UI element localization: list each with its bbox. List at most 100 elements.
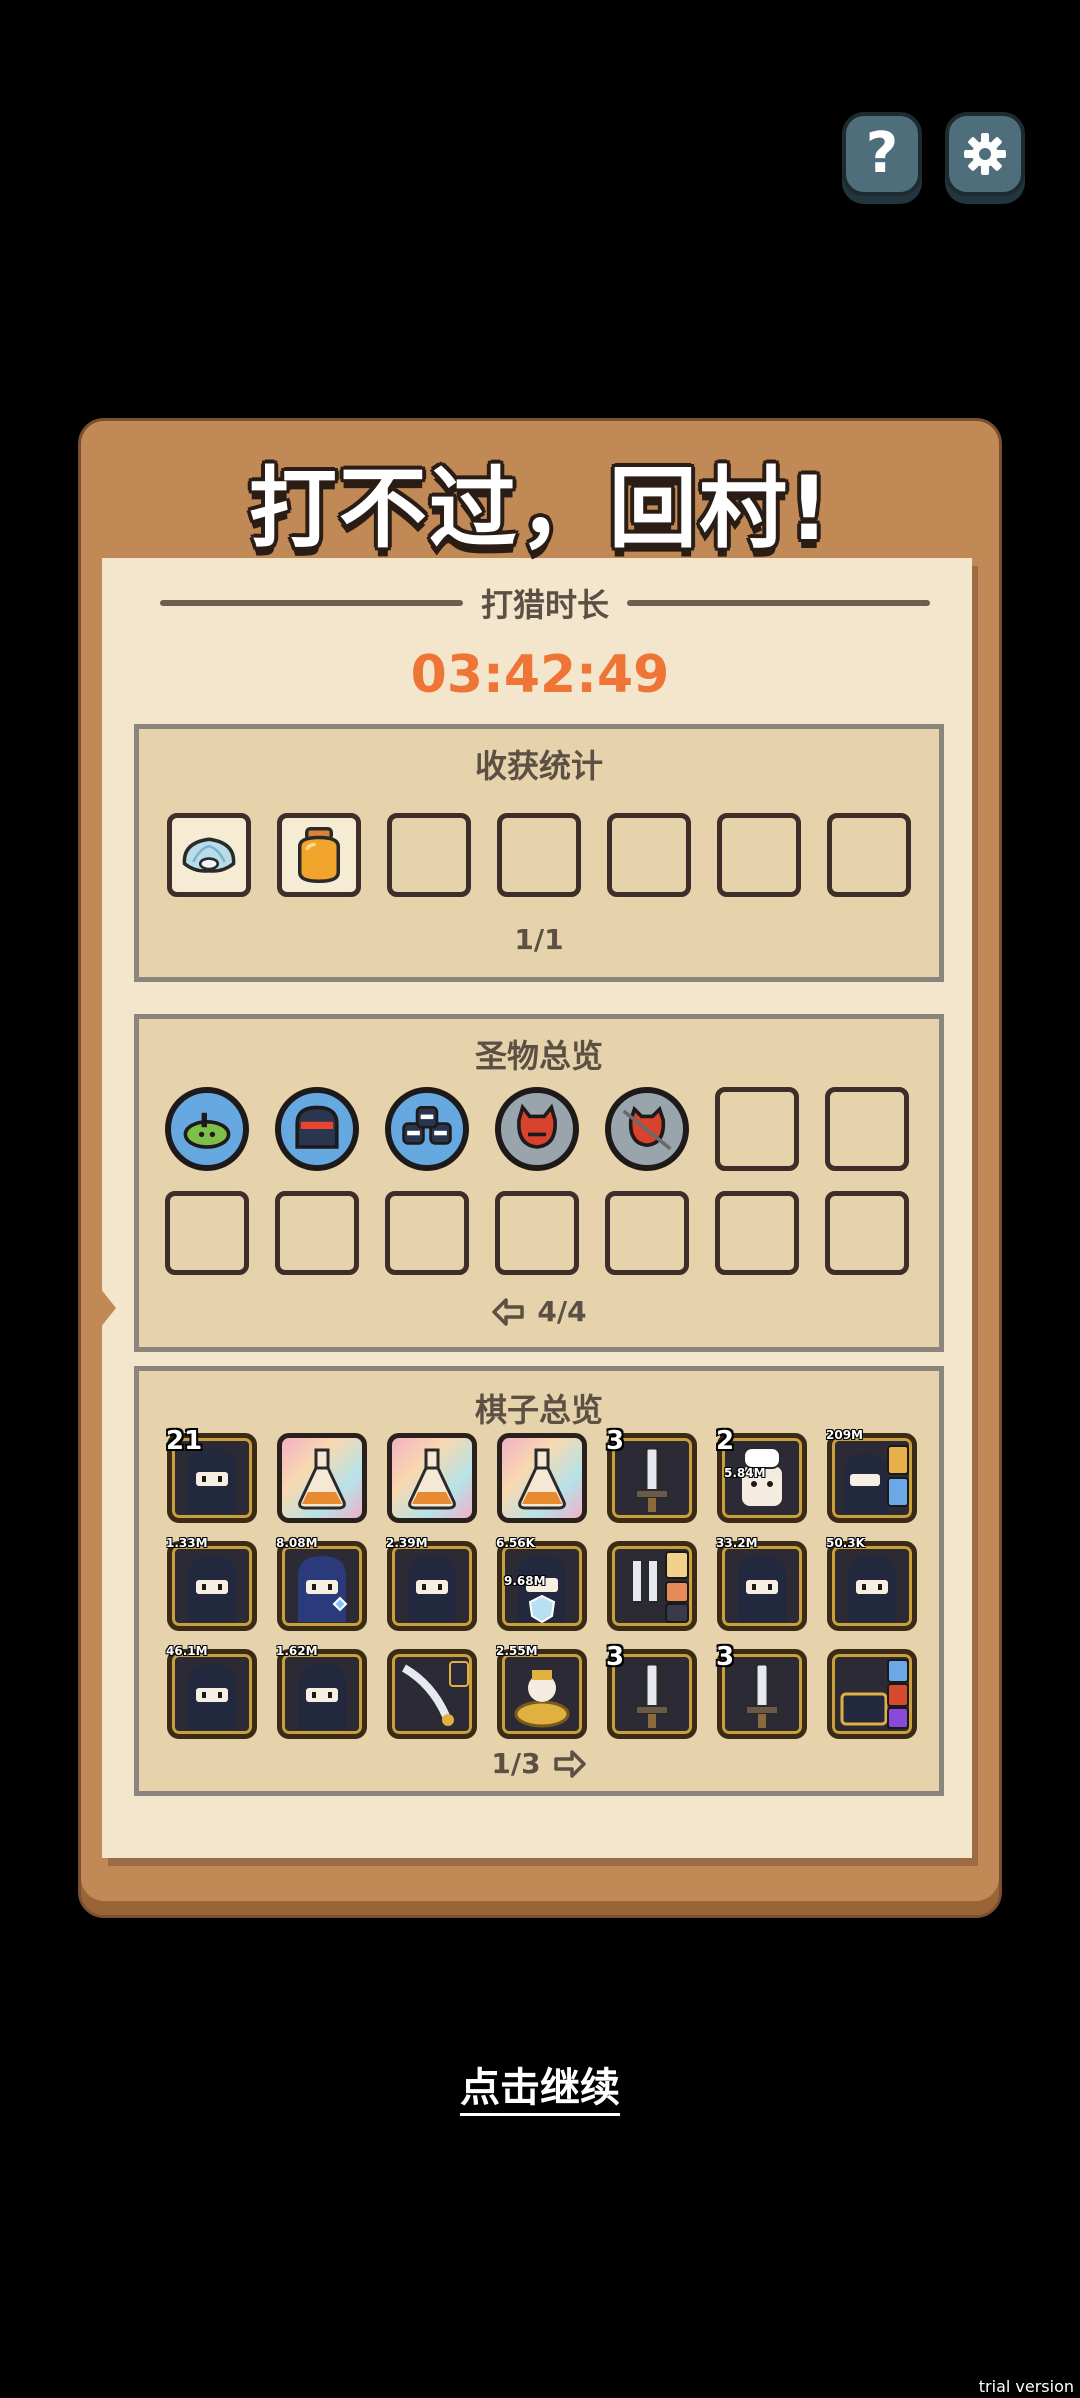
empty-slot — [717, 813, 801, 897]
empty-slot — [715, 1087, 799, 1171]
empty-slot — [825, 1087, 909, 1171]
empty-slot — [607, 813, 691, 897]
piece-card-blade[interactable] — [387, 1649, 477, 1739]
harvest-title: 收获统计 — [474, 747, 603, 785]
piece-title: 棋子总览 — [474, 1391, 603, 1429]
piece-card-sword-cards[interactable] — [607, 1541, 697, 1631]
shell-icon — [182, 837, 236, 873]
help-button[interactable]: ? — [842, 112, 922, 196]
piece-card-flask[interactable] — [497, 1433, 587, 1523]
relic-item[interactable] — [605, 1087, 689, 1171]
empty-slot — [495, 1191, 579, 1275]
ninja-piece-icon — [738, 1556, 786, 1622]
empty-slot — [825, 1191, 909, 1275]
relic-pager: 4/4 — [139, 1295, 939, 1328]
gear-icon — [964, 133, 1006, 175]
piece-badge: 3 — [716, 1642, 735, 1672]
piece-badge: 2 — [716, 1426, 735, 1456]
piece-badge: 1.62M — [276, 1644, 318, 1658]
arrow-right-icon[interactable] — [553, 1749, 587, 1779]
empty-slot — [827, 813, 911, 897]
ninja-piece-icon — [848, 1556, 896, 1622]
harvest-panel: 收获统计 1/1 — [134, 724, 944, 982]
red-demon-relic-icon — [517, 1103, 557, 1149]
ninja-trio-relic-icon — [402, 1106, 452, 1145]
chest-piece-icon — [840, 1659, 909, 1729]
piece-card-gold-pile[interactable]: 2.55M — [496, 1644, 587, 1739]
relic-item[interactable] — [275, 1087, 359, 1171]
piece-badge: 2.55M — [496, 1644, 538, 1658]
ninja-cards-piece-icon — [844, 1445, 909, 1514]
piece-badge: 1.33M — [166, 1536, 208, 1550]
duration-label: 打猎时长 — [481, 586, 610, 624]
ninja-mask-relic-icon — [295, 1105, 339, 1149]
piece-pager: 1/3 — [139, 1747, 939, 1780]
relic-page-indicator: 4/4 — [537, 1295, 587, 1328]
piece-card-sword[interactable]: 3 — [606, 1426, 697, 1523]
piece-card-ninja[interactable]: 2.39M — [386, 1536, 477, 1631]
piece-card-ninja[interactable]: 50.3K — [826, 1536, 917, 1631]
piece-card-ninja[interactable]: 21 — [166, 1426, 257, 1523]
watermark: trial version — [978, 2377, 1074, 2396]
flask-piece-icon — [518, 1448, 566, 1510]
piece-card-sword[interactable]: 3 — [716, 1642, 807, 1739]
empty-slot — [275, 1191, 359, 1275]
honey-jar-icon — [298, 827, 340, 884]
empty-slot — [715, 1191, 799, 1275]
red-demon-cracked-relic-icon — [622, 1105, 672, 1151]
piece-badge: 8.08M — [276, 1536, 318, 1550]
relic-title: 圣物总览 — [474, 1037, 603, 1075]
relic-item[interactable] — [495, 1087, 579, 1171]
harvest-page-indicator: 1/1 — [514, 923, 564, 956]
ninja-piece-icon — [408, 1556, 456, 1622]
piece-badge: 209M — [826, 1428, 863, 1442]
divider-line — [160, 600, 463, 606]
piece-card-ninja-shield[interactable]: 6.56K 9.68M — [496, 1536, 587, 1631]
piece-card-flask[interactable] — [277, 1433, 367, 1523]
piece-sub-badge: 5.84M — [724, 1466, 766, 1480]
arrow-left-icon[interactable] — [491, 1297, 525, 1327]
divider-line — [627, 600, 931, 606]
piece-card-ninja-cards[interactable]: 209M — [826, 1428, 917, 1523]
duration-header: 打猎时长 — [160, 580, 931, 626]
gold-pile-piece-icon — [514, 1670, 570, 1728]
piece-card-ninja[interactable]: 1.33M — [166, 1536, 257, 1631]
piece-badge: 21 — [166, 1426, 203, 1456]
piece-badge: 2.39M — [386, 1536, 428, 1550]
piece-badge: 3 — [606, 1642, 625, 1672]
settings-button[interactable] — [945, 112, 1025, 196]
piece-badge: 6.56K — [496, 1536, 535, 1550]
empty-slot — [387, 813, 471, 897]
relic-panel: 圣物总览 4/4 — [134, 1014, 944, 1352]
piece-card-ninja[interactable]: 1.62M — [276, 1644, 367, 1739]
piece-card-ninja[interactable]: 33.2M — [716, 1536, 807, 1631]
piece-card-ninja-blue[interactable]: 8.08M — [276, 1536, 367, 1631]
piece-card-flask[interactable] — [387, 1433, 477, 1523]
blade-piece-icon — [401, 1661, 469, 1726]
question-mark-icon: ? — [865, 121, 899, 186]
piece-card-chef[interactable]: 2 5.84M — [716, 1426, 807, 1523]
empty-slot — [497, 813, 581, 897]
empty-slot — [385, 1191, 469, 1275]
piece-badge: 50.3K — [826, 1536, 865, 1550]
continue-label: 点击继续 — [460, 2065, 620, 2116]
empty-slot — [165, 1191, 249, 1275]
paper-notch — [100, 1288, 116, 1328]
relic-item[interactable] — [165, 1087, 249, 1171]
ninja-piece-icon — [188, 1556, 236, 1622]
tap-to-continue-button[interactable]: 点击继续 — [0, 2055, 1080, 2116]
piece-card-sword[interactable]: 3 — [606, 1642, 697, 1739]
harvest-item[interactable] — [277, 813, 361, 897]
relic-item[interactable] — [385, 1087, 469, 1171]
harvest-pager: 1/1 — [139, 923, 939, 956]
piece-card-ninja[interactable]: 46.1M — [166, 1644, 257, 1739]
piece-card-chest[interactable] — [827, 1649, 917, 1739]
piece-sub-badge: 9.68M — [504, 1574, 546, 1588]
sword-cards-piece-icon — [631, 1551, 689, 1623]
piece-badge: 46.1M — [166, 1644, 208, 1658]
harvest-item[interactable] — [167, 813, 251, 897]
page-title: 打不过，回村! — [248, 457, 832, 560]
empty-slot — [605, 1191, 689, 1275]
green-submarine-relic-icon — [183, 1112, 231, 1149]
ninja-piece-icon — [188, 1664, 236, 1730]
